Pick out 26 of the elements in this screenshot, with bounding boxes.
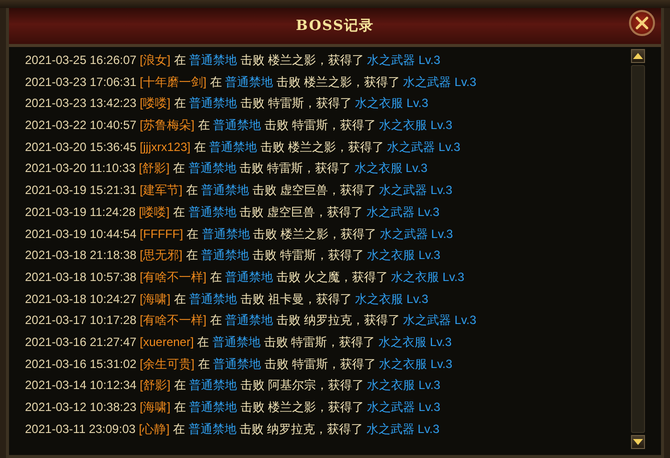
log-entry: 2021-03-23 13:42:23 [喽喽] 在 普通禁地 击败 特雷斯，获得了 水之衣服 Lv.3 <box>25 95 430 112</box>
log-entry: 2021-03-25 16:26:07 [浪女] 在 普通禁地 击败 楼兰之影，获得了 水之武器 Lv.3 <box>25 52 442 69</box>
log-entry: 2021-03-19 15:21:31 [建军节] 在 普通禁地 击败 虚空巨兽，获得了 水之武器 Lv.3 <box>25 182 454 200</box>
window-title: BOSS记录 <box>296 17 374 35</box>
log-entry: 2021-03-20 15:36:45 [jjjxrx123] 在 普通禁地 击败 楼兰之影，获得了 水之武器 Lv.3 <box>25 138 462 156</box>
log-entry: 2021-03-22 10:40:57 [苏鲁梅朵] 在 普通禁地 击败 特雷斯，获得了 水之衣服 Lv.3 <box>25 117 454 134</box>
close-icon <box>635 16 649 30</box>
log-entry: 2021-03-12 10:38:23 [海啸] 在 普通禁地 击败 楼兰之影，获得了 水之武器 Lv.3 <box>25 399 442 416</box>
log-entry: 2021-03-18 10:24:27 [海啸] 在 普通禁地 击败 祖卡曼，获得了 水之衣服 Lv.3 <box>25 290 430 308</box>
close-button[interactable] <box>629 10 655 36</box>
log-entry: 2021-03-11 23:09:03 [心静] 在 普通禁地 击败 纳罗拉克，获得了 水之武器 Lv.3 <box>25 420 440 438</box>
log-entry: 2021-03-19 11:24:28 [喽喽] 在 普通禁地 击败 虚空巨兽，获得了 水之武器 Lv.3 <box>25 204 440 221</box>
scroll-down-button[interactable] <box>631 435 645 449</box>
log-entry: 2021-03-18 10:57:38 [有啥不一样] 在 普通禁地 击败 火之魔，获得了 水之衣服 Lv.3 <box>25 268 466 286</box>
log-entry: 2021-03-16 15:31:02 [余生可贵] 在 普通禁地 击败 特雷斯，获得了 水之衣服 Lv.3 <box>25 356 454 373</box>
scroll-up-button[interactable] <box>631 49 645 63</box>
log-entry: 2021-03-20 11:10:33 [舒影] 在 普通禁地 击败 特雷斯，获得了 水之衣服 Lv.3 <box>25 160 428 178</box>
scrollbar-track[interactable] <box>631 65 645 433</box>
log-entry: 2021-03-17 10:17:28 [有啥不一样] 在 普通禁地 击败 纳罗拉克，获得了 水之武器 Lv.3 <box>25 312 478 330</box>
log-entry: 2021-03-19 10:44:54 [FFFFF] 在 普通禁地 击败 楼兰之影，获得了 水之武器 Lv.3 <box>25 226 454 242</box>
log-entry: 2021-03-23 17:06:31 [十年磨一剑] 在 普通禁地 击败 楼兰之影，获得了 水之武器 Lv.3 <box>25 74 478 91</box>
up-arrow-icon <box>633 53 643 59</box>
down-arrow-icon <box>633 439 643 445</box>
log-entry: 2021-03-18 21:18:38 [思无邪] 在 普通禁地 击败 特雷斯，获得了 水之衣服 Lv.3 <box>25 247 442 264</box>
log-entry: 2021-03-16 21:27:47 [xuerener] 在 普通禁地 击败 特雷斯，获得了 水之衣服 Lv.3 <box>25 334 453 351</box>
log-entry: 2021-03-14 10:12:34 [舒影] 在 普通禁地 击败 阿基尔宗，获得了 水之衣服 Lv.3 <box>25 377 442 394</box>
